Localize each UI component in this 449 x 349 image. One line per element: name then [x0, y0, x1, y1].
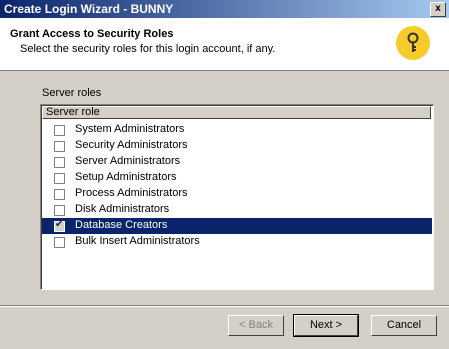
- role-checkbox[interactable]: [54, 189, 65, 200]
- column-header-server-role[interactable]: Server role: [42, 106, 431, 119]
- page-subtitle: Select the security roles for this login…: [20, 43, 276, 55]
- role-label: Setup Administrators: [75, 171, 177, 183]
- close-button[interactable]: x: [430, 2, 446, 17]
- server-roles-label: Server roles: [42, 87, 102, 99]
- role-checkbox[interactable]: [54, 237, 65, 248]
- list-item-selected[interactable]: ✔ Database Creators: [42, 218, 432, 234]
- role-checkbox[interactable]: [54, 173, 65, 184]
- key-icon: [396, 26, 430, 60]
- list-item[interactable]: Disk Administrators: [42, 202, 432, 218]
- role-checkbox[interactable]: [54, 125, 65, 136]
- title-bar: Create Login Wizard - BUNNY x: [0, 0, 449, 18]
- check-icon: ✔: [55, 219, 64, 230]
- cancel-button[interactable]: Cancel: [371, 315, 437, 336]
- server-roles-list[interactable]: Server role System Administrators Securi…: [40, 104, 434, 290]
- role-checkbox-checked[interactable]: ✔: [54, 219, 65, 232]
- next-button[interactable]: Next >: [293, 314, 359, 337]
- list-item[interactable]: Server Administrators: [42, 154, 432, 170]
- page-title: Grant Access to Security Roles: [10, 28, 174, 40]
- role-label: Process Administrators: [75, 187, 188, 199]
- list-item[interactable]: System Administrators: [42, 122, 432, 138]
- role-label: System Administrators: [75, 123, 185, 135]
- window-title: Create Login Wizard - BUNNY: [4, 2, 174, 16]
- role-label: Disk Administrators: [75, 203, 170, 215]
- role-label: Database Creators: [75, 219, 168, 231]
- list-item[interactable]: Process Administrators: [42, 186, 432, 202]
- back-button[interactable]: < Back: [228, 315, 284, 336]
- role-label: Security Administrators: [75, 139, 188, 151]
- role-checkbox[interactable]: [54, 157, 65, 168]
- footer-separator: [0, 305, 449, 307]
- list-item[interactable]: Setup Administrators: [42, 170, 432, 186]
- list-item[interactable]: Bulk Insert Administrators: [42, 234, 432, 250]
- list-item[interactable]: Security Administrators: [42, 138, 432, 154]
- role-checkbox[interactable]: [54, 205, 65, 216]
- role-label: Bulk Insert Administrators: [75, 235, 200, 247]
- wizard-header: Grant Access to Security Roles Select th…: [0, 18, 449, 71]
- role-label: Server Administrators: [75, 155, 181, 167]
- role-checkbox[interactable]: [54, 141, 65, 152]
